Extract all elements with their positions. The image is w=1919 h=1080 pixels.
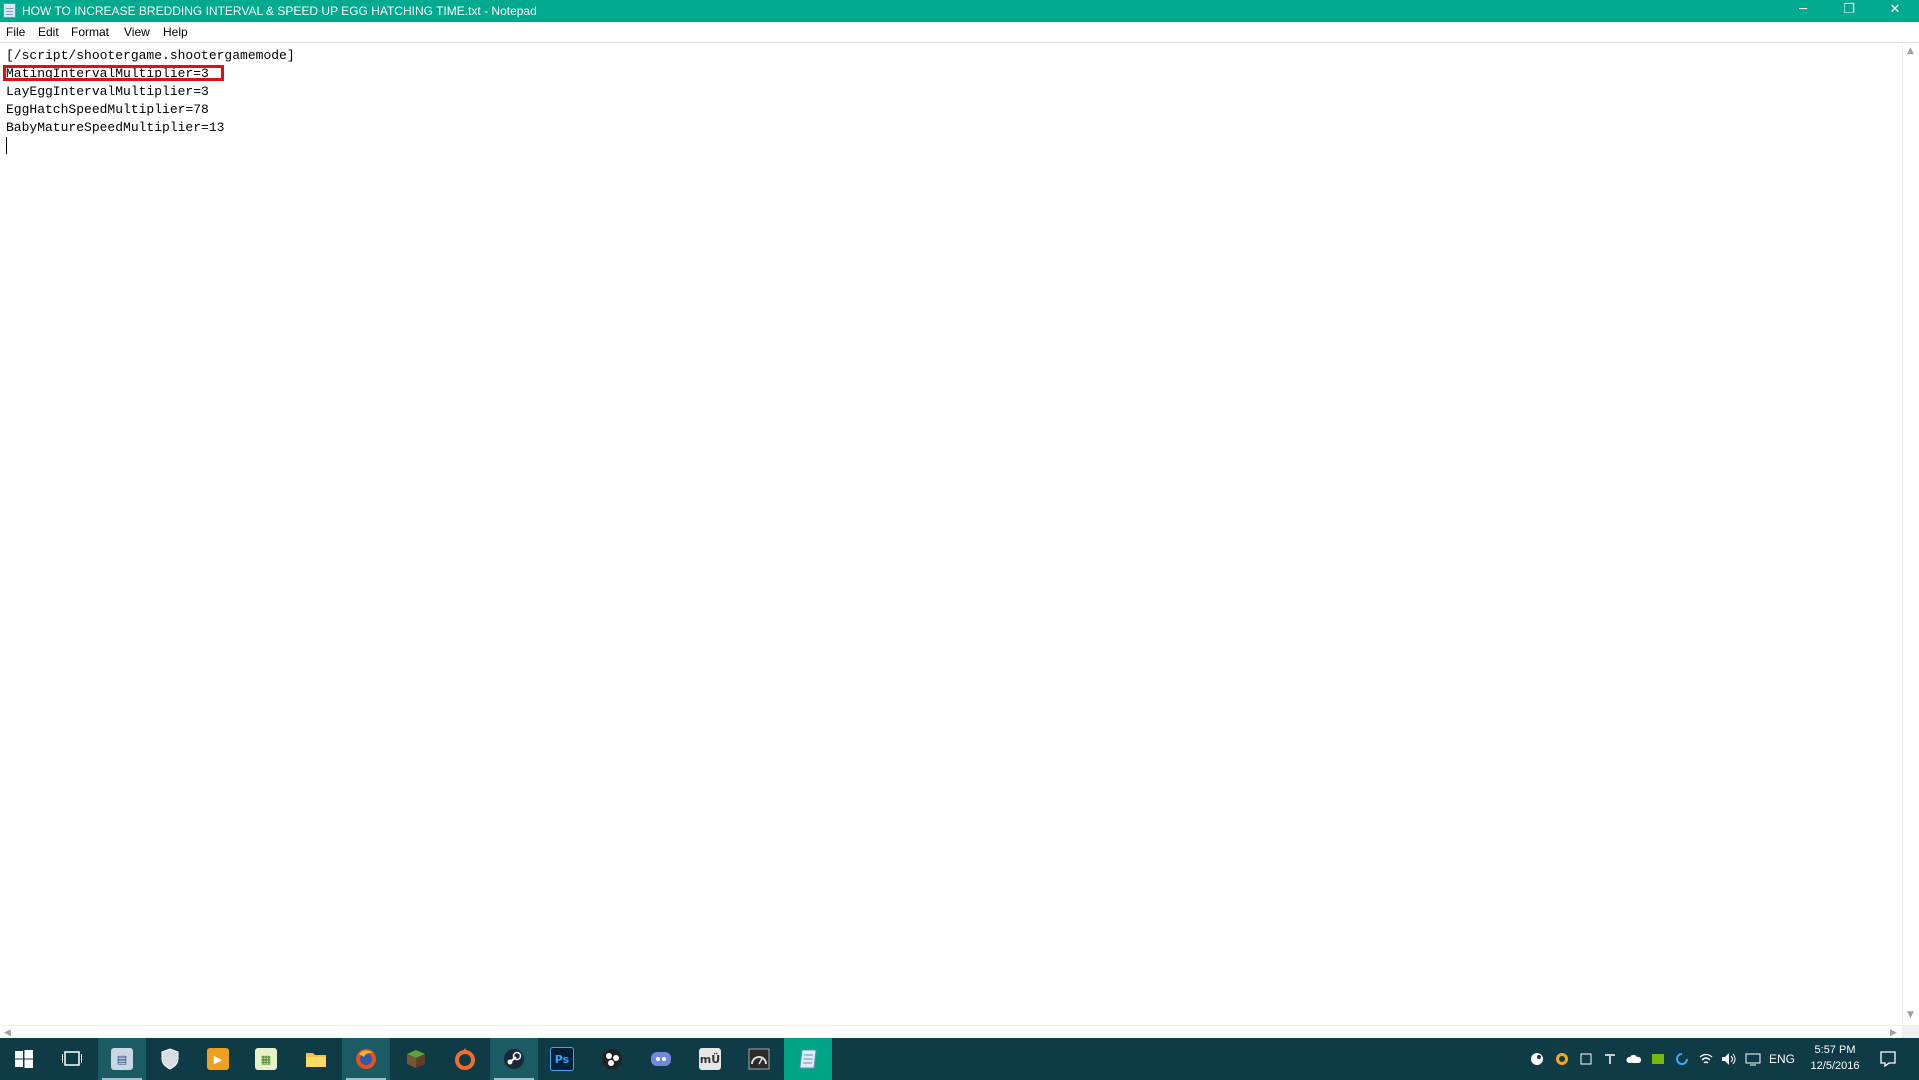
tray-t-icon[interactable] (1601, 1038, 1619, 1080)
menu-edit[interactable]: Edit (38, 25, 59, 39)
tray-nvidia-icon[interactable] (1649, 1038, 1667, 1080)
taskbar-media[interactable]: ▶ (194, 1038, 242, 1080)
origin-icon (1556, 1053, 1568, 1065)
tray-display-icon[interactable] (1744, 1038, 1762, 1080)
notepad-icon (3, 3, 16, 18)
language-indicator[interactable]: ENG (1765, 1038, 1799, 1080)
action-center-button[interactable] (1870, 1038, 1906, 1080)
taskbar-origin[interactable] (441, 1038, 489, 1080)
spreadsheet-icon: ▦ (255, 1048, 277, 1070)
t-icon (1605, 1054, 1615, 1064)
windows-logo-icon (15, 1050, 33, 1068)
text-line: LayEggIntervalMultiplier=3 (6, 84, 209, 99)
task-view-button[interactable] (48, 1038, 96, 1080)
task-view-icon (62, 1051, 82, 1066)
nvidia-icon (1652, 1054, 1664, 1064)
mu-app-icon: mÜ (699, 1048, 721, 1070)
clock[interactable]: 5:57 PM 12/5/2016 (1800, 1042, 1870, 1074)
menu-bar: File Edit Format View Help (0, 22, 1919, 43)
window-title: HOW TO INCREASE BREDDING INTERVAL & SPEE… (22, 4, 537, 18)
tray-app-icon[interactable] (1577, 1038, 1595, 1080)
sync-icon (1676, 1053, 1688, 1065)
menu-file[interactable]: File (6, 25, 25, 39)
restore-button[interactable]: ❐ (1826, 0, 1872, 22)
origin-icon (455, 1048, 475, 1070)
text-line: EggHatchSpeedMultiplier=78 (6, 102, 209, 117)
menu-help[interactable]: Help (163, 25, 188, 39)
media-player-icon: ▶ (207, 1048, 229, 1070)
app-window-icon: ▤ (111, 1048, 133, 1070)
taskbar-speed-app[interactable] (735, 1038, 783, 1080)
folder-icon (306, 1053, 326, 1067)
tray-steam-icon[interactable] (1528, 1038, 1546, 1080)
shield-icon (159, 1048, 181, 1070)
tray-sync-icon[interactable] (1673, 1038, 1691, 1080)
scroll-up-icon[interactable]: ▲ (1907, 47, 1914, 56)
steam-icon (504, 1049, 524, 1069)
text-caret (6, 137, 7, 154)
scroll-down-icon[interactable]: ▼ (1907, 1011, 1914, 1020)
wifi-icon (1699, 1053, 1713, 1064)
notepad-icon (799, 1049, 817, 1069)
text-line: [/script/shootergame.shootergamemode] (6, 48, 295, 63)
taskbar-photoshop[interactable]: Ps (538, 1038, 586, 1080)
taskbar-discord[interactable] (637, 1038, 685, 1080)
tray-onedrive-icon[interactable] (1625, 1038, 1643, 1080)
tray-volume-icon[interactable] (1720, 1038, 1738, 1080)
taskbar-notepad[interactable] (784, 1038, 832, 1080)
taskbar-firefox[interactable] (342, 1038, 390, 1080)
taskbar-mu-app[interactable]: mÜ (686, 1038, 734, 1080)
photoshop-icon: Ps (550, 1047, 574, 1071)
start-button[interactable] (0, 1038, 48, 1080)
tray-network-icon[interactable] (1697, 1038, 1715, 1080)
minimize-button[interactable]: ─ (1780, 0, 1826, 22)
menu-format[interactable]: Format (71, 25, 109, 39)
obs-icon (602, 1049, 622, 1069)
menu-view[interactable]: View (124, 25, 150, 39)
cloud-icon (1626, 1054, 1642, 1063)
notification-icon (1880, 1051, 1896, 1067)
taskbar-obs[interactable] (588, 1038, 636, 1080)
scroll-left-icon[interactable]: ◀ (4, 1029, 11, 1038)
taskbar-file-explorer[interactable] (292, 1038, 340, 1080)
taskbar-app-2[interactable] (146, 1038, 194, 1080)
text-line: BabyMatureSpeedMultiplier=13 (6, 120, 225, 135)
clock-time: 5:57 PM (1814, 1044, 1856, 1056)
highlight-annotation (3, 65, 224, 81)
speaker-icon (1722, 1053, 1736, 1065)
taskbar-app-1[interactable]: ▤ (98, 1038, 146, 1080)
taskbar: ▤ ▶ ▦ Ps mÜ ENG 5:57 PM 12/5/2016 (0, 1038, 1919, 1080)
steam-icon (1531, 1053, 1543, 1065)
gauge-icon (748, 1048, 770, 1070)
taskbar-spreadsheet[interactable]: ▦ (242, 1038, 290, 1080)
title-bar: HOW TO INCREASE BREDDING INTERVAL & SPEE… (0, 0, 1919, 22)
grass-block-icon (407, 1050, 425, 1068)
window-icon (1580, 1053, 1592, 1065)
scroll-right-icon[interactable]: ▶ (1890, 1029, 1897, 1038)
vertical-scrollbar[interactable]: ▲ ▼ (1902, 43, 1919, 1025)
text-editor[interactable]: [/script/shootergame.shootergamemode] Ma… (0, 43, 1902, 1025)
taskbar-minecraft[interactable] (392, 1038, 440, 1080)
clock-date: 12/5/2016 (1810, 1060, 1860, 1072)
taskbar-steam[interactable] (490, 1038, 538, 1080)
discord-icon (651, 1052, 671, 1066)
close-button[interactable]: ✕ (1872, 0, 1918, 22)
firefox-icon (356, 1049, 376, 1069)
tray-origin-icon[interactable] (1553, 1038, 1571, 1080)
monitor-icon (1745, 1053, 1761, 1066)
